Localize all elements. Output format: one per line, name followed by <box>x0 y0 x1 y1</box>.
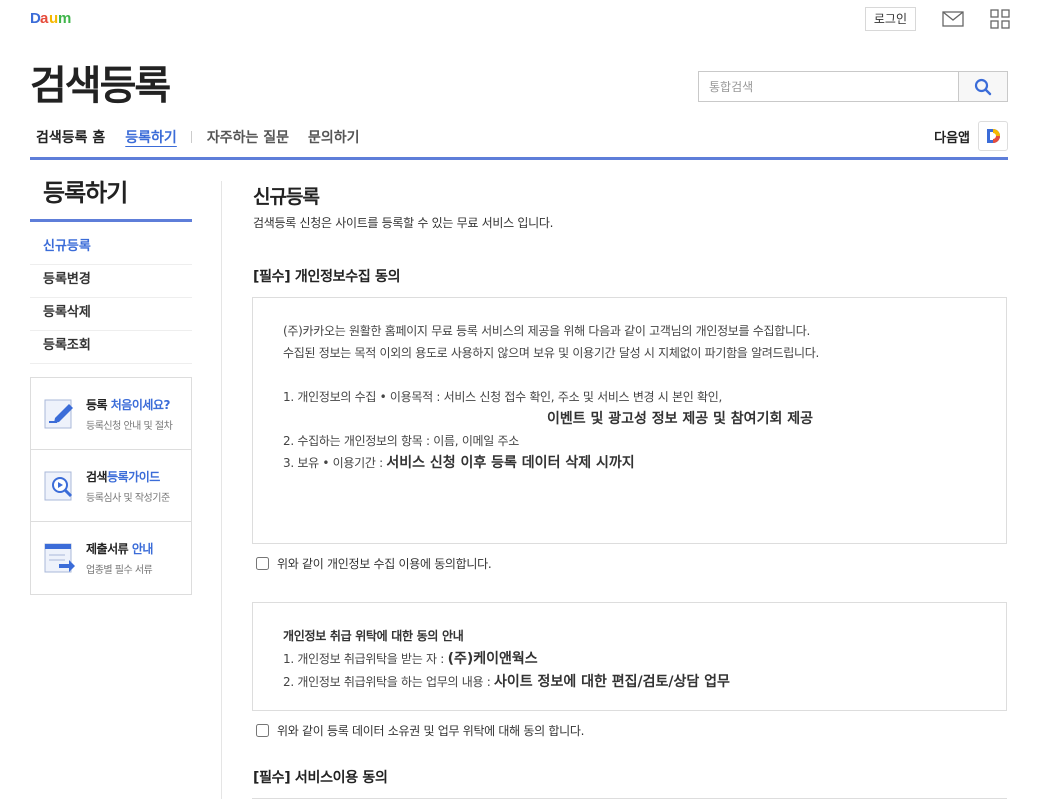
consign-agree-checkbox[interactable] <box>256 724 269 737</box>
consign-terms-box: 개인정보 취급 위탁에 대한 동의 안내 1. 개인정보 취급위탁을 받는 자 … <box>252 602 1007 711</box>
consign-item-1-value: (주)케이앤웍스 <box>447 651 538 667</box>
guide-3-sub: 업종별 필수 서류 <box>86 565 153 576</box>
guide-3-title-a: 제출서류 <box>86 542 132 556</box>
sidebar-item-new[interactable]: 신규등록 <box>30 232 192 265</box>
privacy-item-2: 2. 수집하는 개인정보의 항목 : 이름, 이메일 주소 <box>283 434 520 448</box>
page-title[interactable]: 검색등록 <box>30 60 171 112</box>
login-button[interactable]: 로그인 <box>864 7 916 31</box>
guide-documents[interactable]: 제출서류 안내 업종별 필수 서류 <box>31 522 191 594</box>
nav-home[interactable]: 검색등록 홈 <box>36 127 105 147</box>
privacy-item-1: 1. 개인정보의 수집 • 이용목적 : 서비스 신청 접수 확인, 주소 및 … <box>283 390 723 404</box>
magnifier-document-icon <box>44 471 73 500</box>
nav-inquiry[interactable]: 문의하기 <box>308 127 360 147</box>
sidebar-item-lookup[interactable]: 등록조회 <box>30 331 192 364</box>
guide-2-title-b: 등록가이드 <box>107 469 160 484</box>
main-nav: 검색등록 홈 등록하기 자주하는 질문 문의하기 다음앱 <box>30 118 1008 160</box>
privacy-line-1: (주)카카오는 원활한 홈페이지 무료 등록 서비스의 제공을 위해 다음과 같… <box>283 324 811 338</box>
column-divider <box>221 181 222 799</box>
apps-grid-icon[interactable] <box>990 9 1010 29</box>
svg-text:a: a <box>40 10 49 26</box>
mail-icon[interactable] <box>942 11 964 27</box>
guide-first-time[interactable]: 등록 처음이세요? 등록신청 안내 및 절차 <box>31 378 191 450</box>
daum-app-link[interactable]: 다음앱 <box>934 121 1008 151</box>
search-icon <box>974 78 992 95</box>
top-utility: 로그인 <box>864 7 1010 31</box>
documents-icon <box>44 543 75 573</box>
privacy-agree-label: 위와 같이 개인정보 수집 이용에 동의합니다. <box>277 557 492 571</box>
privacy-item-1b: 이벤트 및 광고성 정보 제공 및 참여기회 제공 <box>547 411 813 427</box>
privacy-item-3-value: 서비스 신청 이후 등록 데이터 삭제 시까지 <box>386 455 635 471</box>
search-input[interactable] <box>699 72 958 101</box>
search-box <box>698 71 1008 102</box>
consign-agree-label: 위와 같이 등록 데이터 소유권 및 업무 위탁에 대해 동의 합니다. <box>277 724 585 738</box>
privacy-line-2: 수집된 정보는 목적 이외의 용도로 사용하지 않으며 보유 및 이용기간 달성… <box>283 346 820 360</box>
search-button[interactable] <box>958 72 1007 101</box>
sidebar-item-change[interactable]: 등록변경 <box>30 265 192 298</box>
sidebar-item-delete[interactable]: 등록삭제 <box>30 298 192 331</box>
svg-text:u: u <box>49 10 58 26</box>
guide-3-title-b: 안내 <box>131 542 154 556</box>
nav-register[interactable]: 등록하기 <box>125 127 177 147</box>
guide-2-sub: 등록심사 및 작성기준 <box>86 492 170 504</box>
service-section-title: [필수] 서비스이용 동의 <box>253 770 388 786</box>
content-description: 검색등록 신청은 사이트를 등록할 수 있는 무료 서비스 입니다. <box>253 216 554 230</box>
privacy-terms-box: (주)카카오는 원활한 홈페이지 무료 등록 서비스의 제공을 위해 다음과 같… <box>252 297 1007 544</box>
guide-2-title-a: 검색 <box>86 469 108 484</box>
consign-agree[interactable]: 위와 같이 등록 데이터 소유권 및 업무 위탁에 대해 동의 합니다. <box>256 722 584 739</box>
privacy-item-3-label: 3. 보유 • 이용기간 : <box>283 456 387 470</box>
consign-item-1-label: 1. 개인정보 취급위탁을 받는 자 : <box>283 652 448 666</box>
privacy-section-title: [필수] 개인정보수집 동의 <box>253 269 401 285</box>
consign-item-2-label: 2. 개인정보 취급위탁을 하는 업무의 내용 : <box>283 675 495 689</box>
guide-1-title-a: 등록 <box>86 397 111 412</box>
daum-logo-icon: D a u m <box>30 10 71 26</box>
sidebar-menu: 신규등록 등록변경 등록삭제 등록조회 <box>30 232 192 364</box>
svg-text:m: m <box>58 10 71 26</box>
nav-faq[interactable]: 자주하는 질문 <box>207 127 289 147</box>
privacy-agree[interactable]: 위와 같이 개인정보 수집 이용에 동의합니다. <box>256 555 492 572</box>
guide-1-title-b: 처음이세요? <box>110 397 171 412</box>
daum-logo[interactable]: D a u m <box>30 9 72 27</box>
guide-1-sub: 등록신청 안내 및 절차 <box>86 420 173 432</box>
daum-app-label: 다음앱 <box>934 130 970 146</box>
nav-divider <box>190 131 192 143</box>
guide-register[interactable]: 검색등록가이드 등록심사 및 작성기준 <box>31 450 191 522</box>
daum-app-icon <box>978 121 1008 151</box>
guide-box: 등록 처음이세요? 등록신청 안내 및 절차 검색등록가이드 등록심사 및 작성… <box>30 377 192 595</box>
sidebar-title: 등록하기 <box>30 174 192 222</box>
consign-item-2-value: 사이트 정보에 대한 편집/검토/상담 업무 <box>494 674 730 690</box>
pencil-document-icon <box>44 399 73 428</box>
privacy-agree-checkbox[interactable] <box>256 557 269 570</box>
consign-head: 개인정보 취급 위탁에 대한 동의 안내 <box>283 629 464 643</box>
content-title: 신규등록 <box>253 186 320 208</box>
